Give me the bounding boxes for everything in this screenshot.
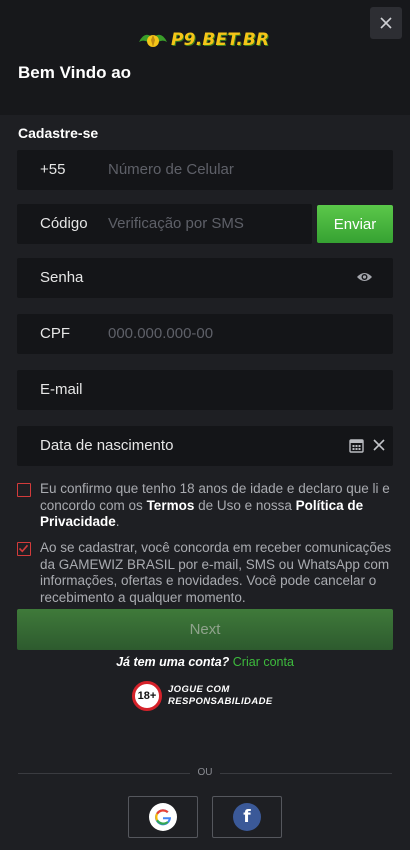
- birthdate-label: Data de nascimento: [40, 437, 174, 454]
- responsible-line-1: JOGUE COM: [168, 684, 230, 695]
- code-field[interactable]: Código Verificação por SMS: [17, 204, 312, 244]
- phone-prefix: +55: [40, 161, 66, 178]
- phone-field[interactable]: +55 Número de Celular: [17, 150, 393, 190]
- code-label: Código: [40, 215, 88, 232]
- google-icon: [149, 803, 177, 831]
- marketing-consent-row: Ao se cadastrar, você concorda em recebe…: [17, 540, 393, 606]
- checkmark-icon: [18, 544, 29, 553]
- facebook-icon: f: [233, 803, 261, 831]
- login-prompt: Já tem uma conta?: [116, 655, 230, 669]
- calendar-icon[interactable]: [349, 438, 364, 458]
- eye-icon[interactable]: [356, 270, 373, 289]
- send-code-button[interactable]: Enviar: [317, 205, 393, 243]
- phone-input[interactable]: Número de Celular: [108, 161, 234, 178]
- terms-text: Eu confirmo que tenho 18 anos de idade e…: [40, 481, 393, 531]
- email-label: E-mail: [40, 381, 83, 398]
- clear-date-icon[interactable]: [372, 438, 386, 457]
- age-18-icon: 18+: [132, 681, 162, 711]
- cpf-input[interactable]: 000.000.000-00: [108, 325, 213, 342]
- terms-text-part: de Uso e nossa: [194, 497, 296, 513]
- login-prompt-row: Já tem uma conta? Criar conta: [0, 655, 410, 669]
- marketing-checkbox[interactable]: [17, 542, 31, 556]
- responsible-line-2: RESPONSABILIDADE: [168, 696, 273, 707]
- logo-emblem-icon: [139, 34, 167, 47]
- password-label: Senha: [40, 269, 84, 286]
- close-button[interactable]: [370, 7, 402, 39]
- responsible-text: JOGUE COM RESPONSABILIDADE: [168, 684, 273, 708]
- password-field[interactable]: Senha: [17, 258, 393, 298]
- responsible-gaming-badge: 18+ JOGUE COM RESPONSABILIDADE: [132, 681, 273, 711]
- divider-label: OU: [190, 767, 220, 778]
- terms-checkbox[interactable]: [17, 483, 31, 497]
- birthdate-field[interactable]: Data de nascimento: [17, 426, 393, 466]
- create-account-link[interactable]: Criar conta: [233, 655, 294, 669]
- cpf-field[interactable]: CPF 000.000.000-00: [17, 314, 393, 354]
- header: P9.BET.BR Bem Vindo ao: [0, 0, 410, 115]
- marketing-text: Ao se cadastrar, você concorda em recebe…: [40, 540, 392, 605]
- code-input[interactable]: Verificação por SMS: [108, 215, 244, 232]
- email-field[interactable]: E-mail: [17, 370, 393, 410]
- terms-consent-row: Eu confirmo que tenho 18 anos de idade e…: [17, 481, 393, 531]
- logo-text: P9.BET.BR: [171, 30, 270, 50]
- close-icon: [380, 17, 392, 29]
- terms-of-use-link[interactable]: Termos: [147, 498, 195, 513]
- next-button[interactable]: Next: [17, 609, 393, 650]
- google-login-button[interactable]: [128, 796, 198, 838]
- section-title: Cadastre-se: [18, 125, 99, 141]
- logo: P9.BET.BR: [137, 26, 269, 54]
- terms-text-part: .: [115, 514, 120, 529]
- facebook-login-button[interactable]: f: [212, 796, 282, 838]
- welcome-title: Bem Vindo ao: [18, 63, 132, 82]
- cpf-label: CPF: [40, 325, 70, 342]
